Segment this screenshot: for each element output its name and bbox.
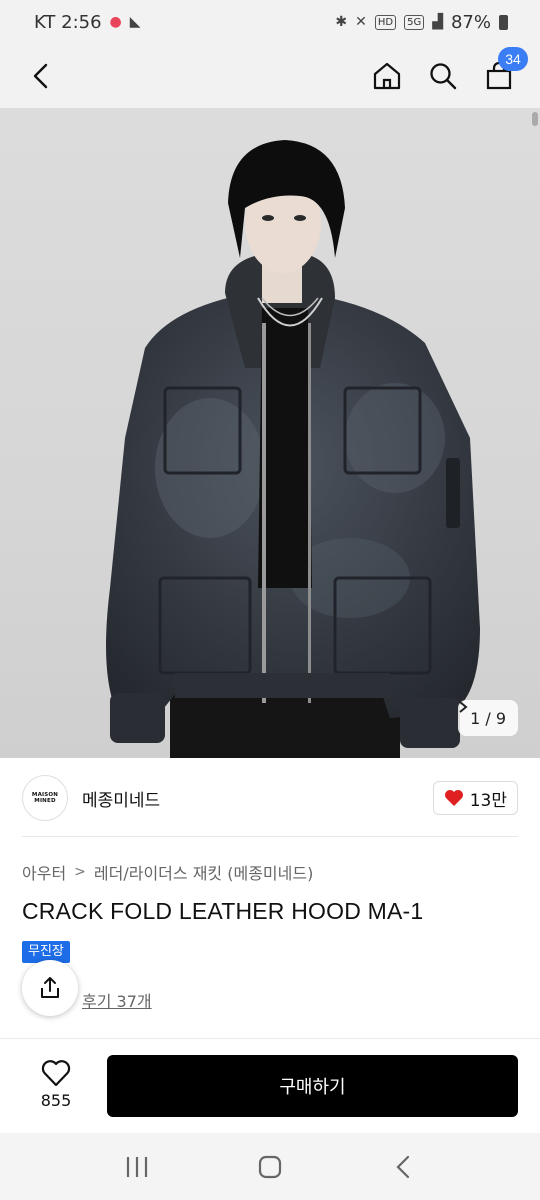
breadcrumb: 아우터 > 레더/라이더스 재킷 (메종미네드) — [22, 860, 313, 884]
cart-count-badge: 34 — [498, 47, 528, 71]
home-nav-button[interactable] — [250, 1147, 290, 1187]
back-nav-icon — [396, 1155, 410, 1178]
review-link[interactable]: 후기 37개 — [82, 988, 152, 1012]
product-image-gallery[interactable]: 1 / 9 — [0, 108, 540, 758]
divider — [22, 836, 518, 837]
app-bar: 34 — [0, 44, 540, 108]
chevron-right-icon — [459, 701, 468, 713]
hd-icon: HD — [374, 14, 397, 30]
home-nav-icon — [258, 1155, 282, 1178]
brand-logo: MAISON MINED — [22, 775, 68, 821]
battery-icon — [499, 14, 508, 30]
product-title: CRACK FOLD LEATHER HOOD MA-1 — [22, 898, 424, 924]
home-button[interactable] — [370, 59, 404, 93]
brand-name: 메종미네드 — [82, 790, 161, 811]
brand-link[interactable]: MAISON MINED 메종미네드 — [22, 775, 160, 821]
brand-like-button[interactable]: 13만 — [432, 781, 518, 815]
volte-icon: ◣ — [129, 14, 141, 30]
status-time: KT 2:56 — [34, 11, 102, 33]
breadcrumb-chevron-icon: > — [74, 864, 86, 880]
image-counter[interactable]: 1 / 9 — [458, 700, 518, 736]
brand-row: MAISON MINED 메종미네드 13만 — [22, 772, 518, 824]
back-button[interactable] — [24, 59, 58, 93]
cart-button[interactable]: 34 — [482, 47, 528, 93]
back-icon — [33, 63, 48, 89]
search-button[interactable] — [426, 59, 460, 93]
bottom-action-bar: 855 구매하기 — [0, 1039, 540, 1133]
bluetooth-icon: ✱ — [335, 14, 348, 30]
status-bar: KT 2:56 ● ◣ ✱ ✕ HD 5G ▟ 87% — [0, 0, 540, 44]
scroll-indicator — [532, 112, 538, 126]
5g-icon: 5G — [404, 14, 425, 30]
brand-like-count: 13만 — [469, 790, 507, 811]
heart-outline-icon — [41, 1060, 71, 1087]
wish-button[interactable]: 855 — [22, 1059, 90, 1110]
wish-count: 855 — [40, 1091, 72, 1110]
back-nav-button[interactable] — [383, 1147, 423, 1187]
notification-icon: ● — [109, 14, 122, 30]
system-nav-bar — [0, 1133, 540, 1200]
breadcrumb-category[interactable]: 아우터 — [22, 860, 66, 884]
recents-button[interactable] — [117, 1147, 157, 1187]
signal-icon: ▟ — [432, 14, 443, 30]
image-counter-text: 1 / 9 — [470, 708, 506, 728]
buy-button[interactable]: 구매하기 — [107, 1055, 518, 1117]
breadcrumb-subcategory[interactable]: 레더/라이더스 재킷 (메종미네드) — [94, 860, 313, 884]
search-icon — [430, 63, 457, 90]
share-button[interactable] — [22, 960, 78, 1016]
product-photo — [106, 140, 480, 758]
battery-percent: 87% — [450, 11, 491, 33]
home-icon — [373, 62, 401, 90]
share-icon — [41, 977, 59, 998]
mute-icon: ✕ — [355, 14, 367, 30]
recents-icon — [126, 1156, 147, 1177]
heart-filled-icon — [444, 790, 463, 806]
